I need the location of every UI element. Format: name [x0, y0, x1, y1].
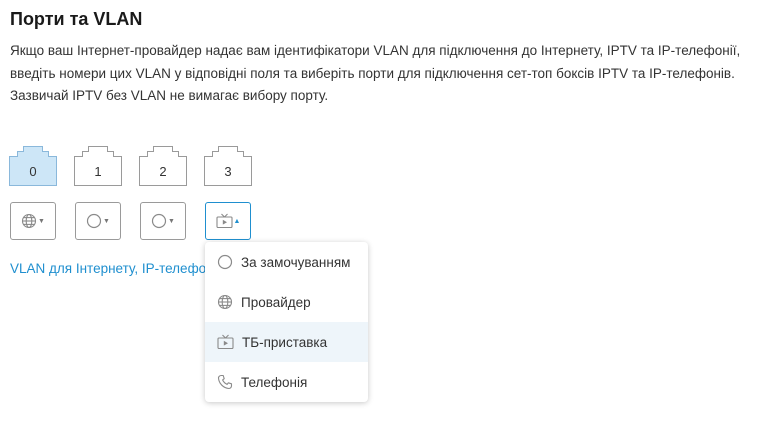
dropdown-item-provider[interactable]: Провайдер	[205, 282, 368, 322]
dropdown-item-set-top-box[interactable]: ТБ-приставка	[205, 322, 368, 362]
lan-port-3[interactable]: 3	[204, 146, 252, 186]
port-0-mode-select[interactable]: ▼	[10, 202, 56, 240]
port-number: 0	[29, 164, 37, 179]
caret-up-icon: ▲	[233, 217, 241, 225]
globe-icon	[21, 213, 37, 229]
dropdown-item-label: Провайдер	[241, 294, 311, 310]
dropdown-item-telephony[interactable]: Телефонія	[205, 362, 368, 402]
tv-icon	[215, 213, 233, 229]
circle-icon	[217, 254, 233, 270]
port-number: 1	[94, 164, 102, 179]
port-3-mode-select[interactable]: ▲	[205, 202, 251, 240]
lan-port-1[interactable]: 1	[74, 146, 122, 186]
port-mode-dropdown: За замочуванням Провайдер ТБ-приставка Т…	[205, 242, 368, 402]
circle-icon	[151, 213, 167, 229]
caret-down-icon: ▼	[103, 217, 110, 225]
port-2-mode-select[interactable]: ▼	[140, 202, 186, 240]
port-number: 2	[159, 164, 167, 179]
lan-port-2[interactable]: 2	[139, 146, 187, 186]
dropdown-item-label: ТБ-приставка	[242, 334, 328, 350]
page-description: Якщо ваш Інтернет-провайдер надає вам ід…	[10, 43, 741, 103]
port-number: 3	[224, 164, 232, 179]
tv-icon	[217, 334, 234, 350]
lan-port-0[interactable]: 0	[9, 146, 57, 186]
port-1-mode-select[interactable]: ▼	[75, 202, 121, 240]
circle-icon	[86, 213, 102, 229]
caret-down-icon: ▼	[168, 217, 175, 225]
globe-icon	[217, 294, 233, 310]
page-title: Порти та VLAN	[10, 9, 143, 29]
caret-down-icon: ▼	[38, 217, 45, 225]
vlan-internet-link[interactable]: VLAN для Інтернету, IP-телефонії	[10, 261, 220, 276]
dropdown-item-label: Телефонія	[241, 374, 308, 390]
dropdown-item-label: За замочуванням	[241, 254, 351, 270]
dropdown-item-default[interactable]: За замочуванням	[205, 242, 368, 282]
phone-icon	[217, 374, 233, 390]
